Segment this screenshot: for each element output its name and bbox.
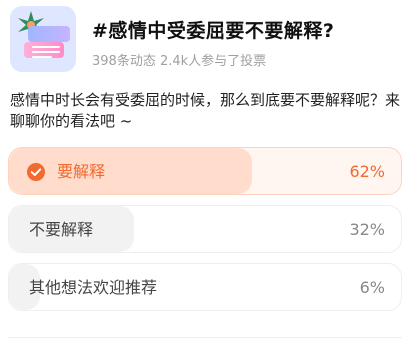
option-percent: 32% bbox=[349, 220, 385, 239]
poll-thumbnail-icon bbox=[10, 6, 76, 72]
option-percent: 6% bbox=[359, 278, 385, 297]
divider bbox=[8, 337, 402, 338]
poll-option-2[interactable]: 不要解释 32% bbox=[8, 205, 402, 253]
poll-header: #感情中受委屈要不要解释? 398条动态 2.4k人参与了投票 bbox=[10, 6, 402, 78]
poll-title[interactable]: #感情中受委屈要不要解释? bbox=[92, 16, 402, 43]
option-percent: 62% bbox=[349, 162, 385, 181]
option-label: 要解释 bbox=[57, 162, 106, 181]
option-label: 不要解释 bbox=[29, 220, 94, 239]
option-label: 其他想法欢迎推荐 bbox=[29, 278, 158, 297]
poll-option-1[interactable]: 要解释 62% bbox=[8, 147, 402, 195]
poll-meta: 398条动态 2.4k人参与了投票 bbox=[92, 54, 267, 69]
check-circle-icon bbox=[27, 163, 45, 181]
chat-bubble-icon bbox=[28, 26, 70, 42]
option-fill-bar bbox=[9, 148, 253, 194]
poll-description: 感情中时长会有受委屈的时候，那么到底要不要解释呢？来聊聊你的看法吧 ~ bbox=[10, 91, 401, 130]
poll-option-3[interactable]: 其他想法欢迎推荐 6% bbox=[8, 263, 402, 311]
